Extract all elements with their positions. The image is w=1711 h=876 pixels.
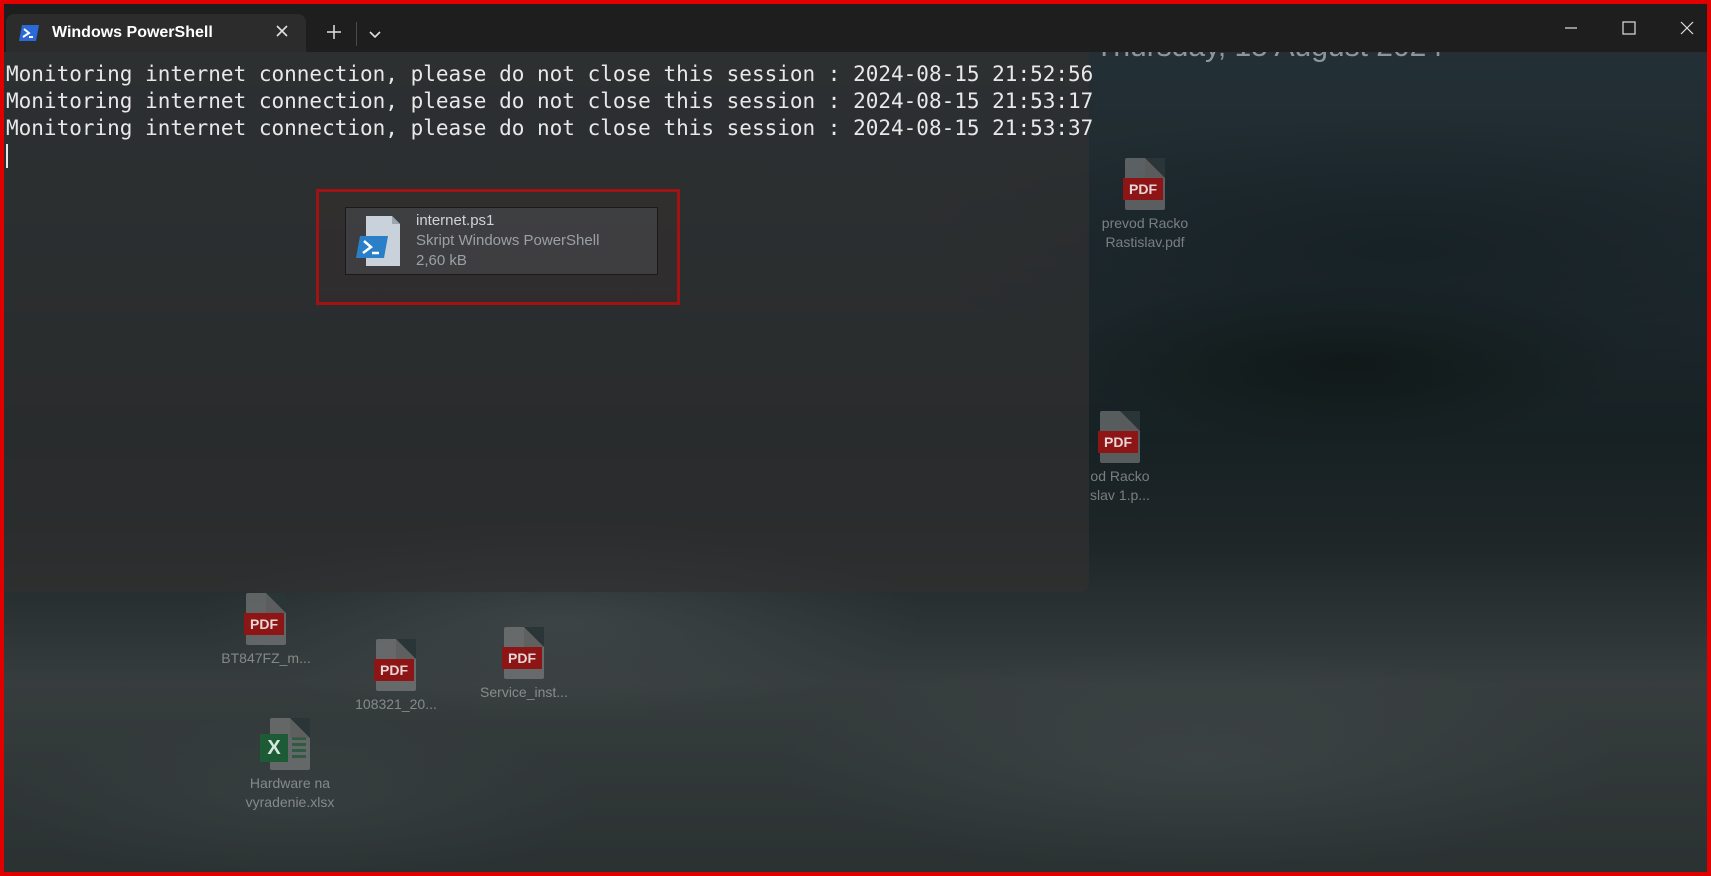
pdf-file-icon: PDF [1098, 411, 1140, 463]
pdf-file-icon: PDF [1123, 158, 1165, 210]
chevron-down-icon[interactable] [364, 22, 386, 46]
icon-label: prevod Racko [1101, 215, 1189, 231]
terminal-line: Monitoring internet connection, please d… [6, 62, 1094, 86]
desktop-icon-pdf[interactable]: PDF prevod Racko Rastislav.pdf [1095, 158, 1195, 252]
file-name: internet.ps1 [416, 212, 495, 229]
terminal-cursor [6, 144, 8, 168]
close-icon [1680, 21, 1694, 35]
pdf-file-icon: PDF [502, 627, 544, 679]
icon-label: vyradenie.xlsx [245, 794, 335, 810]
terminal-line: Monitoring internet connection, please d… [6, 116, 1094, 140]
icon-label: Hardware na [249, 775, 331, 791]
terminal-output[interactable]: Monitoring internet connection, please d… [4, 52, 1093, 592]
close-window-button[interactable] [1658, 4, 1711, 52]
terminal-line: Monitoring internet connection, please d… [6, 89, 1094, 113]
icon-label: Service_inst... [480, 684, 568, 700]
excel-file-icon: X [260, 718, 310, 770]
tab-divider [356, 22, 357, 46]
minimize-button[interactable] [1542, 4, 1600, 52]
desktop-icon-pdf[interactable]: PDF BT847FZ_m... [216, 593, 316, 668]
desktop-icon-pdf[interactable]: PDF Service_inst... [474, 627, 574, 702]
desktop-icon-xlsx[interactable]: X Hardware na vyradenie.xlsx [238, 718, 342, 812]
icon-label: slav 1.p... [1090, 487, 1150, 503]
file-size: 2,60 kB [416, 252, 467, 269]
icon-label: Rastislav.pdf [1105, 234, 1185, 250]
maximize-button[interactable] [1600, 4, 1658, 52]
window-titlebar[interactable]: Windows PowerShell [4, 4, 1707, 52]
powershell-icon [18, 22, 40, 44]
pdf-file-icon: PDF [244, 593, 286, 645]
tab-powershell[interactable]: Windows PowerShell [6, 14, 306, 52]
icon-label: 108321_20... [355, 696, 437, 712]
tab-title: Windows PowerShell [52, 24, 213, 41]
powershell-script-icon [350, 212, 408, 270]
pdf-file-icon: PDF [374, 639, 416, 691]
desktop-icon-pdf[interactable]: PDF od Racko slav 1.p... [1080, 411, 1160, 505]
minimize-icon [1565, 27, 1577, 29]
icon-label: od Racko [1090, 468, 1150, 484]
dragged-file-card[interactable]: internet.ps1 Skript Windows PowerShell 2… [345, 207, 658, 275]
desktop-icon-pdf[interactable]: PDF 108321_20... [346, 639, 446, 714]
close-tab-icon[interactable] [272, 22, 292, 42]
file-type: Skript Windows PowerShell [416, 232, 600, 249]
icon-label: BT847FZ_m... [221, 650, 311, 666]
plus-icon[interactable] [322, 22, 346, 46]
maximize-icon [1622, 21, 1636, 35]
